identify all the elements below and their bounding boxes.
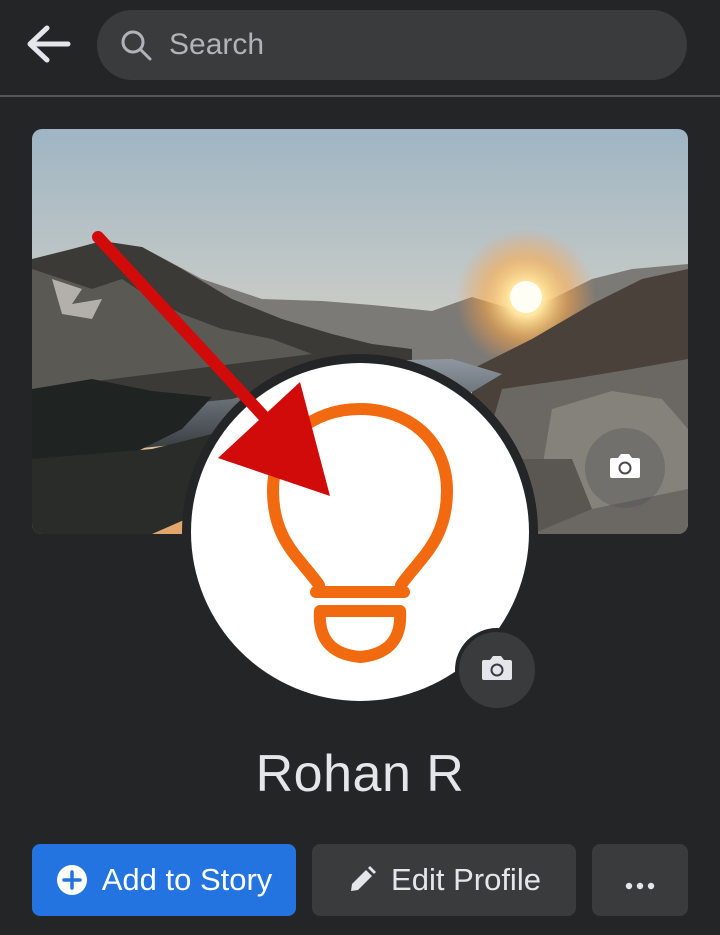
profile-name: Rohan R [255,745,465,803]
ellipsis-icon [625,862,655,898]
plus-circle-icon [56,864,88,896]
search-icon [119,28,153,62]
edit-profile-label: Edit Profile [391,862,541,897]
add-to-story-button[interactable]: Add to Story [32,844,296,916]
search-input[interactable] [169,28,649,62]
pencil-icon [347,865,377,895]
edit-cover-photo-button[interactable] [585,428,665,508]
arrow-left-icon [25,24,71,69]
header-divider [0,95,720,97]
camera-icon [608,452,642,485]
more-options-button[interactable] [592,844,688,916]
search-bar[interactable] [97,10,687,80]
edit-avatar-button[interactable] [455,628,539,712]
top-bar [0,0,720,96]
profile-page: Rohan R Add to Story Edit Profile [0,0,720,935]
edit-profile-button[interactable]: Edit Profile [312,844,576,916]
back-button[interactable] [18,20,78,72]
add-to-story-label: Add to Story [101,862,273,897]
camera-icon [480,654,514,687]
